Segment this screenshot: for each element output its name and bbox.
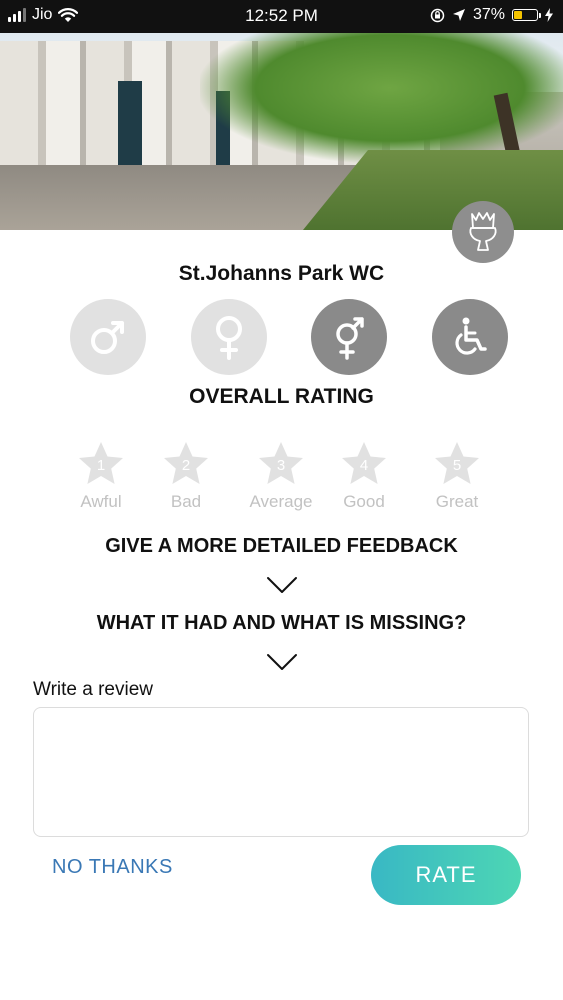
rate-button[interactable]: RATE [371,845,521,905]
charging-bolt-icon [545,8,553,22]
no-thanks-button[interactable]: NO THANKS [52,856,173,879]
star-number: 2 [182,457,190,474]
male-option-button[interactable] [70,299,146,375]
status-bar: Jio 12:52 PM 37% [0,0,563,33]
star-number: 3 [277,457,285,474]
star-2-bad[interactable]: 2 Bad [136,440,236,512]
star-icon: 1 [79,442,123,484]
wheelchair-icon [455,317,487,355]
star-label: Bad [170,492,202,511]
chevron-down-icon[interactable] [266,653,298,671]
battery-icon [512,9,541,21]
review-textarea[interactable] [33,707,529,837]
star-number: 4 [360,457,368,474]
star-icon: 4 [342,442,386,484]
gender-options [70,299,510,375]
had-missing-toggle[interactable]: WHAT IT HAD AND WHAT IS MISSING? [0,612,563,635]
unisex-icon [336,317,364,360]
star-number: 1 [97,457,105,474]
star-icon: 5 [435,442,479,484]
female-option-button[interactable] [191,299,267,375]
male-icon [91,321,124,354]
orientation-lock-icon [430,8,445,22]
detailed-feedback-toggle[interactable]: GIVE A MORE DETAILED FEEDBACK [0,535,563,558]
toilet-icon [452,201,514,263]
star-rating: 1 Awful 2 Bad 3 Average 4 Good 5 Great [0,440,563,520]
battery-percent: 37% [472,6,505,23]
battery-level [514,11,523,19]
wheelchair-option-button[interactable] [432,299,508,375]
star-icon: 2 [164,442,208,484]
chevron-down-icon[interactable] [266,576,298,594]
star-label: Good [343,492,385,511]
place-title: St.Johanns Park WC [178,262,385,285]
status-right: 37% [430,6,553,24]
female-icon [216,316,242,360]
star-number: 5 [453,457,461,474]
toilet-glyph [469,212,497,251]
star-icon: 3 [259,442,303,484]
overall-rating-title: OVERALL RATING [189,385,374,408]
star-5-great[interactable]: 5 Great [407,440,507,512]
review-label: Write a review [33,679,154,700]
star-4-good[interactable]: 4 Good [314,440,414,512]
location-arrow-icon [452,9,465,21]
unisex-option-button[interactable] [311,299,387,375]
star-label: Great [435,492,479,511]
